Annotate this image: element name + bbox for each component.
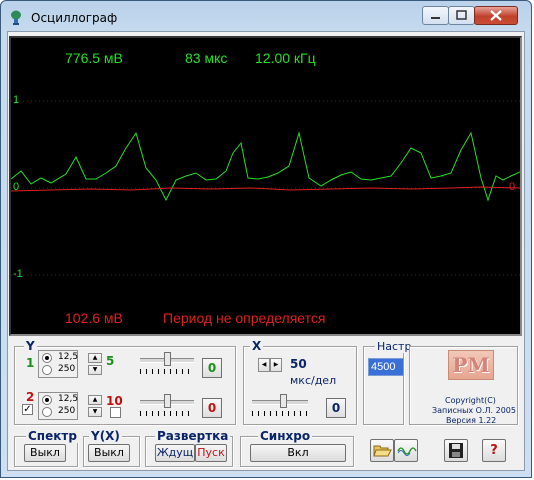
title-bar[interactable]: Осциллограф [1,1,531,33]
ch2-scale-12-5-radio[interactable] [42,395,52,405]
waveform-button[interactable] [394,439,418,462]
ch1-scale-12-5-radio[interactable] [42,353,52,363]
close-button[interactable] [474,6,518,25]
open-file-button[interactable] [370,439,394,462]
ch2-offset-slider-ticks [140,411,194,416]
help-button[interactable]: ? [482,439,506,462]
axis-label-mid: 0 [13,181,20,193]
ch2-scale-250-radio[interactable] [42,407,52,417]
ch1-gain-value: 5 [106,354,115,368]
maximize-button[interactable] [448,6,475,25]
ch1-gain-down[interactable]: ▼ [88,365,102,375]
sweep-wait-button[interactable]: Ждущ [155,444,195,462]
yx-title: Y(X) [89,429,122,443]
axis-label-mid-right: 0 [509,181,516,193]
axis-label-bottom: -1 [13,268,23,280]
period-status: Период не определяется [163,310,326,326]
ch2-gain-down[interactable]: ▼ [88,407,102,417]
sync-toggle-button[interactable]: Вкл [250,444,346,462]
save-disk-icon [449,443,463,458]
logo-author: Записных О.Л. 2005 [432,406,516,415]
ch1-scale-12-5-label: 12,5 [58,352,79,362]
x-offset-slider-ticks [252,411,308,416]
x-timebase-unit: мкс/дел [290,374,337,387]
channel2-amplitude-readout: 102.6 мВ [65,310,123,326]
logo-text: PM [452,353,490,377]
channel1-trace [11,131,520,202]
ch2-label: 2 [26,390,35,404]
close-icon [490,10,502,21]
spectr-toggle-button[interactable]: Выкл [24,444,66,462]
help-icon: ? [490,443,498,458]
ch1-gain-up[interactable]: ▲ [88,353,102,363]
spectr-title: Спектр [26,429,79,443]
sweep-start-button[interactable]: Пуск [195,444,227,462]
sync-title: Синхро [258,429,313,443]
ch2-gain-up[interactable]: ▲ [88,395,102,405]
oscilloscope-screen: 776.5 мВ 83 мкс 12.00 кГц 1 0 -1 0 102.6… [9,36,522,336]
x-panel-title: X [250,339,264,353]
waveform-display [11,100,520,276]
x-offset-button[interactable]: 0 [326,398,346,418]
x-offset-slider-thumb[interactable] [280,394,287,408]
ch1-label: 1 [26,356,35,370]
ch2-offset-slider-thumb[interactable] [164,394,171,408]
ch2-offset-button[interactable]: 0 [202,398,222,418]
logo-copyright: Copyright(C) [445,396,496,405]
app-icon [11,10,21,25]
minimize-button[interactable] [422,6,449,25]
amplitude-readout: 776.5 мВ [65,50,123,66]
maximize-icon [456,10,467,20]
y-panel-title: Y [24,339,37,353]
x-timebase-value: 50 [290,357,307,371]
ch1-offset-button[interactable]: 0 [202,358,222,378]
axis-label-top: 1 [13,94,20,106]
time-readout: 83 мкс [185,50,228,66]
minimize-icon [431,17,440,19]
open-folder-icon [373,445,392,457]
sweep-title: Развертка [155,429,231,443]
x-timebase-left[interactable]: ◀ [258,358,270,372]
settings-input[interactable] [368,358,404,376]
logo-version: Версия 1.22 [446,416,497,425]
ch1-offset-slider-thumb[interactable] [164,352,171,366]
ch2-gain-value: 10 [106,394,123,408]
x-timebase-right[interactable]: ▶ [270,358,282,372]
ch1-offset-slider-ticks [140,369,194,374]
ch2-scale-12-5-label: 12,5 [58,394,79,404]
ch2-invert-checkbox[interactable] [110,407,121,418]
ch2-scale-250-label: 250 [58,406,76,416]
frequency-readout: 12.00 кГц [255,50,316,66]
save-button[interactable] [444,439,468,462]
yx-toggle-button[interactable]: Выкл [88,444,130,462]
ch1-scale-250-radio[interactable] [42,365,52,375]
settings-title: Настр [375,340,414,353]
window-title: Осциллограф [31,11,118,25]
logo-mark: PM [448,350,494,380]
waveform-icon [397,447,417,456]
ch2-enable-checkbox[interactable]: ✓ [22,404,33,415]
ch1-scale-250-label: 250 [58,364,76,374]
